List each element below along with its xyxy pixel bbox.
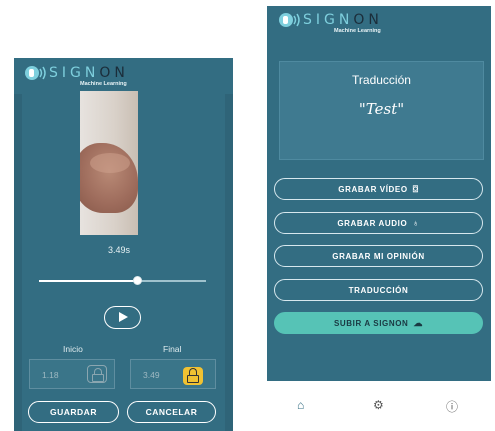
brand-name-dark: ON xyxy=(353,12,383,28)
app-logo: SIGNON Machine Learning xyxy=(24,64,129,87)
end-time-value: 3.49 xyxy=(143,370,160,380)
cancel-button[interactable]: CANCELAR xyxy=(127,401,216,423)
end-label: Final xyxy=(163,344,182,354)
trim-slider-thumb[interactable] xyxy=(133,276,143,285)
info-icon[interactable]: ⓘ xyxy=(446,398,458,415)
record-opinion-button[interactable]: GRABAR MI OPINIÓN xyxy=(274,245,483,267)
translation-title: Traducción xyxy=(352,73,411,87)
translation-text: "Test" xyxy=(358,100,405,118)
record-audio-button[interactable]: GRABAR AUDIO ♁ xyxy=(274,212,483,234)
upload-signon-button[interactable]: SUBIR A SIGNON ☁ xyxy=(274,312,483,334)
app-logo: SIGNON Machine Learning xyxy=(278,11,383,34)
microphone-icon: ♁ xyxy=(412,218,420,228)
settings-icon[interactable]: ⚙ xyxy=(373,398,384,412)
start-time-field[interactable]: 1.18 xyxy=(29,359,115,389)
video-frame-highlight xyxy=(90,153,130,173)
end-time-field[interactable]: 3.49 xyxy=(130,359,216,389)
brand-name: SIGNON xyxy=(49,65,129,81)
unlock-icon[interactable] xyxy=(87,365,107,383)
trim-slider-fill xyxy=(39,280,138,282)
save-button[interactable]: GUARDAR xyxy=(28,401,119,423)
video-preview[interactable] xyxy=(80,91,138,235)
record-opinion-label: GRABAR MI OPINIÓN xyxy=(332,251,425,261)
translation-label: TRADUCCIÓN xyxy=(348,285,409,295)
cloud-upload-icon: ☁ xyxy=(413,317,424,328)
duration-label: 3.49s xyxy=(108,245,131,255)
signon-logo-icon xyxy=(24,64,46,82)
record-video-label: GRABAR VÍDEO xyxy=(338,184,408,194)
brand-tagline: Machine Learning xyxy=(334,28,381,34)
lock-icon[interactable] xyxy=(183,367,203,385)
record-audio-label: GRABAR AUDIO xyxy=(337,218,408,228)
brand-name-dark: ON xyxy=(99,65,129,81)
brand-name-light: SIGN xyxy=(49,65,100,81)
play-icon xyxy=(119,312,128,322)
home-icon[interactable]: ⌂ xyxy=(297,398,304,412)
brand-tagline: Machine Learning xyxy=(80,81,127,87)
record-video-button[interactable]: GRABAR VÍDEO ⌼ xyxy=(274,178,483,200)
brand-name: SIGNON xyxy=(303,12,383,28)
brand-name-light: SIGN xyxy=(303,12,354,28)
start-label: Inicio xyxy=(63,344,83,354)
upload-signon-label: SUBIR A SIGNON xyxy=(333,318,409,328)
signon-logo-icon xyxy=(278,11,300,29)
translation-button[interactable]: TRADUCCIÓN xyxy=(274,279,483,301)
camera-icon: ⌼ xyxy=(412,183,419,194)
start-time-value: 1.18 xyxy=(42,370,59,380)
play-button[interactable] xyxy=(104,306,141,329)
